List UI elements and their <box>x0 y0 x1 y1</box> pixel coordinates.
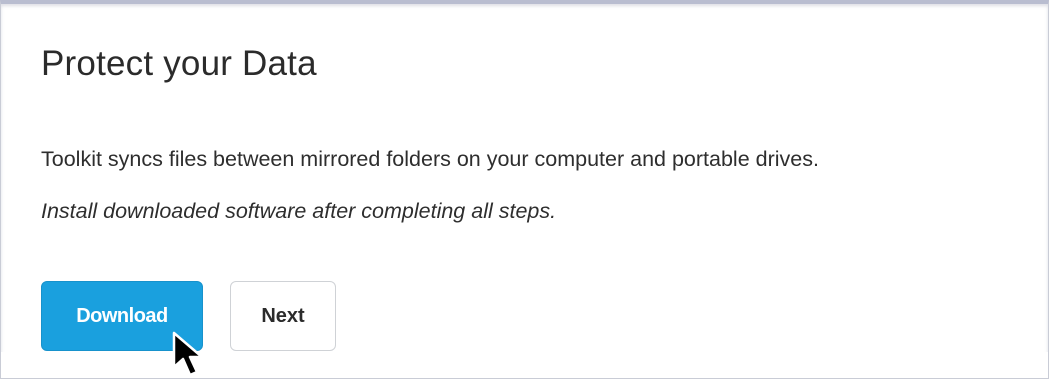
arrow-pointer-icon <box>172 331 204 377</box>
next-button-label: Next <box>261 304 305 327</box>
download-button-label: Download <box>76 304 168 327</box>
install-note: Install downloaded software after comple… <box>41 199 557 223</box>
panel-description: Toolkit syncs files between mirrored fol… <box>41 147 819 171</box>
next-button[interactable]: Next <box>230 281 336 351</box>
protect-data-panel: Protect your Data Toolkit syncs files be… <box>0 0 1049 379</box>
panel-title: Protect your Data <box>41 44 317 83</box>
